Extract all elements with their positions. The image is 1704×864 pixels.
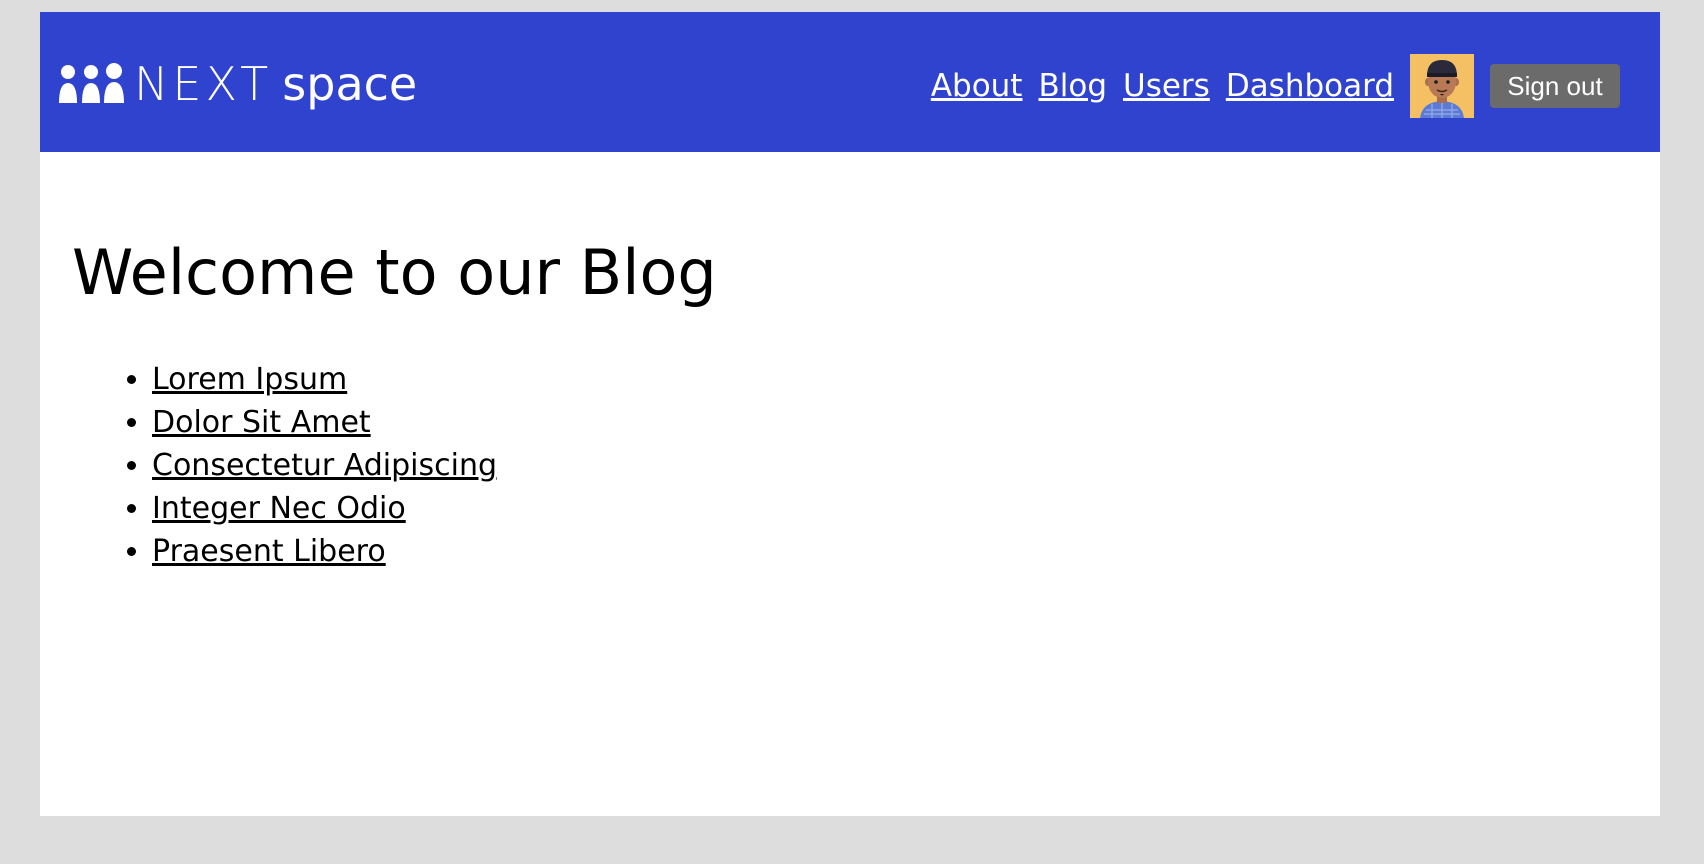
people-group-icon [59,63,124,103]
blog-post-link[interactable]: Consectetur Adipiscing [152,448,497,483]
navbar: NEXT space About Blog Users Dashboard Si… [40,12,1660,152]
sign-out-button[interactable]: Sign out [1490,64,1620,108]
blog-post-link[interactable]: Integer Nec Odio [152,491,406,526]
page-title: Welcome to our Blog [72,236,717,309]
list-item: Consectetur Adipiscing [152,444,1660,487]
blog-post-link[interactable]: Lorem Ipsum [152,362,347,397]
list-item: Integer Nec Odio [152,487,1660,530]
list-item: Dolor Sit Amet [152,401,1660,444]
main-content: Welcome to our Blog Lorem Ipsum Dolor Si… [72,152,1660,573]
list-item: Lorem Ipsum [152,358,1660,401]
nav-links: About Blog Users Dashboard Sign out [915,46,1620,126]
logo-link[interactable]: NEXT space [58,54,417,114]
nav-link-users[interactable]: Users [1123,70,1210,102]
blog-post-link[interactable]: Dolor Sit Amet [152,405,371,440]
nav-link-dashboard[interactable]: Dashboard [1226,70,1394,102]
nav-link-about[interactable]: About [931,70,1023,102]
logo-text-space: space [282,57,418,111]
list-item: Praesent Libero [152,530,1660,573]
page-container: NEXT space About Blog Users Dashboard Si… [40,12,1660,816]
user-avatar[interactable] [1410,54,1474,118]
blog-post-list: Lorem Ipsum Dolor Sit Amet Consectetur A… [72,358,1660,573]
logo-text-next: NEXT [134,57,273,111]
nav-link-blog[interactable]: Blog [1038,70,1107,102]
blog-post-link[interactable]: Praesent Libero [152,534,386,569]
